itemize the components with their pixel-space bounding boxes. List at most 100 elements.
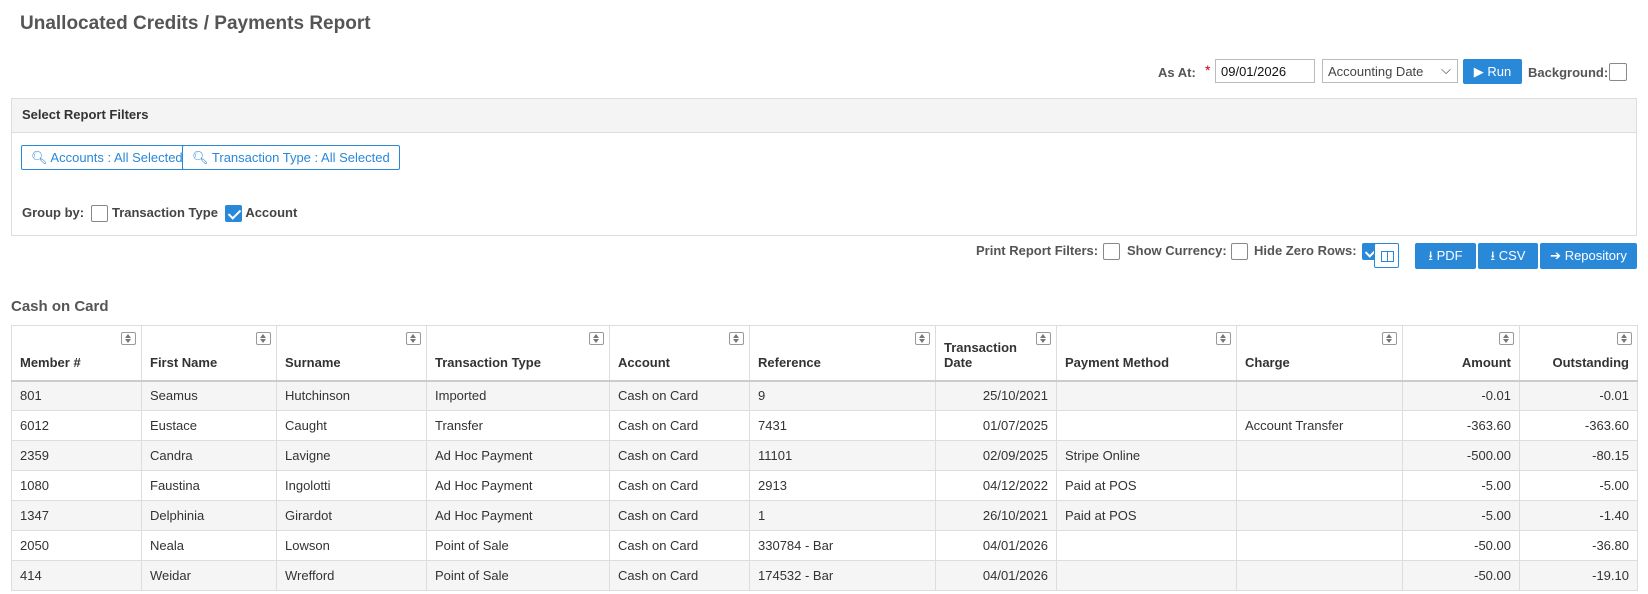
sort-icon[interactable] [1036,332,1051,345]
cell-outstanding: -5.00 [1519,470,1638,501]
cell-first-name: Faustina [141,470,277,501]
group-by-label: Group by: [22,205,85,220]
group-by-transaction-type-checkbox[interactable] [91,205,109,223]
column-header-transaction-date[interactable]: Transaction Date [935,325,1057,381]
column-label: First Name [150,354,218,370]
sort-icon[interactable] [121,332,136,345]
cell-first-name: Eustace [141,410,277,441]
run-button-label: Run [1487,64,1512,79]
column-header-transaction-type[interactable]: Transaction Type [426,325,610,381]
cell-outstanding: -80.15 [1519,440,1638,471]
cell-account: Cash on Card [609,530,750,561]
table-header-row: Member # First Name Surname Transaction … [11,325,1638,381]
column-label: Amount [1461,354,1511,370]
table-body: 801 Seamus Hutchinson Imported Cash on Card 9… [11,380,1638,591]
cell-transaction-date: 04/12/2022 [935,470,1057,501]
cell-outstanding: -36.80 [1519,530,1638,561]
run-button[interactable]: ▶ Run [1463,59,1522,84]
date-type-select[interactable]: Accounting Date ⌵ [1322,59,1458,83]
table-row[interactable]: 414 Weidar Wrefford Point of Sale Cash on Ca… [11,560,1638,591]
cell-payment-method [1056,560,1237,591]
table-row[interactable]: 1080 Faustina Ingolotti Ad Hoc Payment Cash … [11,470,1638,501]
section-title: Cash on Card [11,298,109,315]
column-header-payment-method[interactable]: Payment Method [1056,325,1237,381]
background-checkbox[interactable] [1609,63,1627,81]
column-header-reference[interactable]: Reference [749,325,936,381]
cell-transaction-type: Point of Sale [426,530,610,561]
table-row[interactable]: 1347 Delphinia Girardot Ad Hoc Payment Cash … [11,500,1638,531]
cell-payment-method: Paid at POS [1056,470,1237,501]
column-header-outstanding[interactable]: Outstanding [1519,325,1638,381]
cell-transaction-date: 02/09/2025 [935,440,1057,471]
table-row[interactable]: 6012 Eustace Caught Transfer Cash on Card 743… [11,410,1638,441]
column-header-amount[interactable]: Amount [1402,325,1520,381]
search-plus-icon: 🔍︎ [31,150,48,165]
cell-surname: Lowson [276,530,427,561]
column-header-member[interactable]: Member # [11,325,142,381]
sort-icon[interactable] [1617,332,1632,345]
sort-icon[interactable] [256,332,271,345]
cell-reference: 330784 - Bar [749,530,936,561]
cell-account: Cash on Card [609,380,750,411]
column-header-surname[interactable]: Surname [276,325,427,381]
cell-reference: 2913 [749,470,936,501]
columns-toggle-button[interactable] [1374,243,1399,268]
repository-button-label: Repository [1564,248,1627,263]
accounts-filter-button[interactable]: 🔍︎ Accounts : All Selected [21,145,193,170]
cell-charge [1236,530,1403,561]
sort-icon[interactable] [406,332,421,345]
as-at-label: As At: [1158,65,1196,80]
sort-icon[interactable] [729,332,744,345]
cell-transaction-type: Ad Hoc Payment [426,500,610,531]
cell-first-name: Candra [141,440,277,471]
column-header-charge[interactable]: Charge [1236,325,1403,381]
page-title: Unallocated Credits / Payments Report [20,13,371,34]
cell-surname: Ingolotti [276,470,427,501]
sort-icon[interactable] [1216,332,1231,345]
cell-amount: -500.00 [1402,440,1520,471]
column-label: Account [618,354,670,370]
print-report-filters-checkbox[interactable] [1103,243,1120,260]
sort-icon[interactable] [589,332,604,345]
cell-payment-method [1056,380,1237,411]
cell-charge [1236,500,1403,531]
cell-payment-method: Stripe Online [1056,440,1237,471]
cell-outstanding: -363.60 [1519,410,1638,441]
sort-icon[interactable] [915,332,930,345]
cell-charge [1236,380,1403,411]
sort-icon[interactable] [1499,332,1514,345]
cell-amount: -363.60 [1402,410,1520,441]
cell-account: Cash on Card [609,500,750,531]
column-label: Reference [758,354,821,370]
csv-download-button[interactable]: ⭳ CSV [1478,243,1538,269]
as-at-date-input[interactable] [1215,59,1315,83]
cell-charge [1236,470,1403,501]
show-currency-checkbox[interactable] [1231,243,1248,260]
pdf-download-button[interactable]: ⭳ PDF [1415,243,1476,269]
table-row[interactable]: 2359 Candra Lavigne Ad Hoc Payment Cash on C… [11,440,1638,471]
print-report-filters-label: Print Report Filters: [976,243,1099,258]
table-row[interactable]: 2050 Neala Lowson Point of Sale Cash on Card… [11,530,1638,561]
cell-amount: -5.00 [1402,470,1520,501]
arrow-right-icon: ➔ [1550,248,1562,263]
cell-surname: Lavigne [276,440,427,471]
cell-member-number: 2359 [11,440,142,471]
table-row[interactable]: 801 Seamus Hutchinson Imported Cash on Card 9… [11,380,1638,411]
column-label: Outstanding [1552,354,1629,370]
cell-member-number: 2050 [11,530,142,561]
cell-member-number: 1080 [11,470,142,501]
transaction-type-filter-button[interactable]: 🔍︎ Transaction Type : All Selected [182,145,400,170]
repository-button[interactable]: ➔ Repository [1540,243,1637,269]
cell-member-number: 6012 [11,410,142,441]
column-header-account[interactable]: Account [609,325,750,381]
sort-icon[interactable] [1382,332,1397,345]
group-by-account-checkbox[interactable] [225,205,243,223]
cell-amount: -0.01 [1402,380,1520,411]
cell-amount: -50.00 [1402,560,1520,591]
cell-surname: Caught [276,410,427,441]
pdf-button-label: PDF [1436,248,1463,263]
as-at-controls: As At: * Accounting Date ⌵ ▶ Run Backgro… [0,59,1648,85]
column-header-first-name[interactable]: First Name [141,325,277,381]
column-label: Charge [1245,354,1290,370]
cell-member-number: 801 [11,380,142,411]
